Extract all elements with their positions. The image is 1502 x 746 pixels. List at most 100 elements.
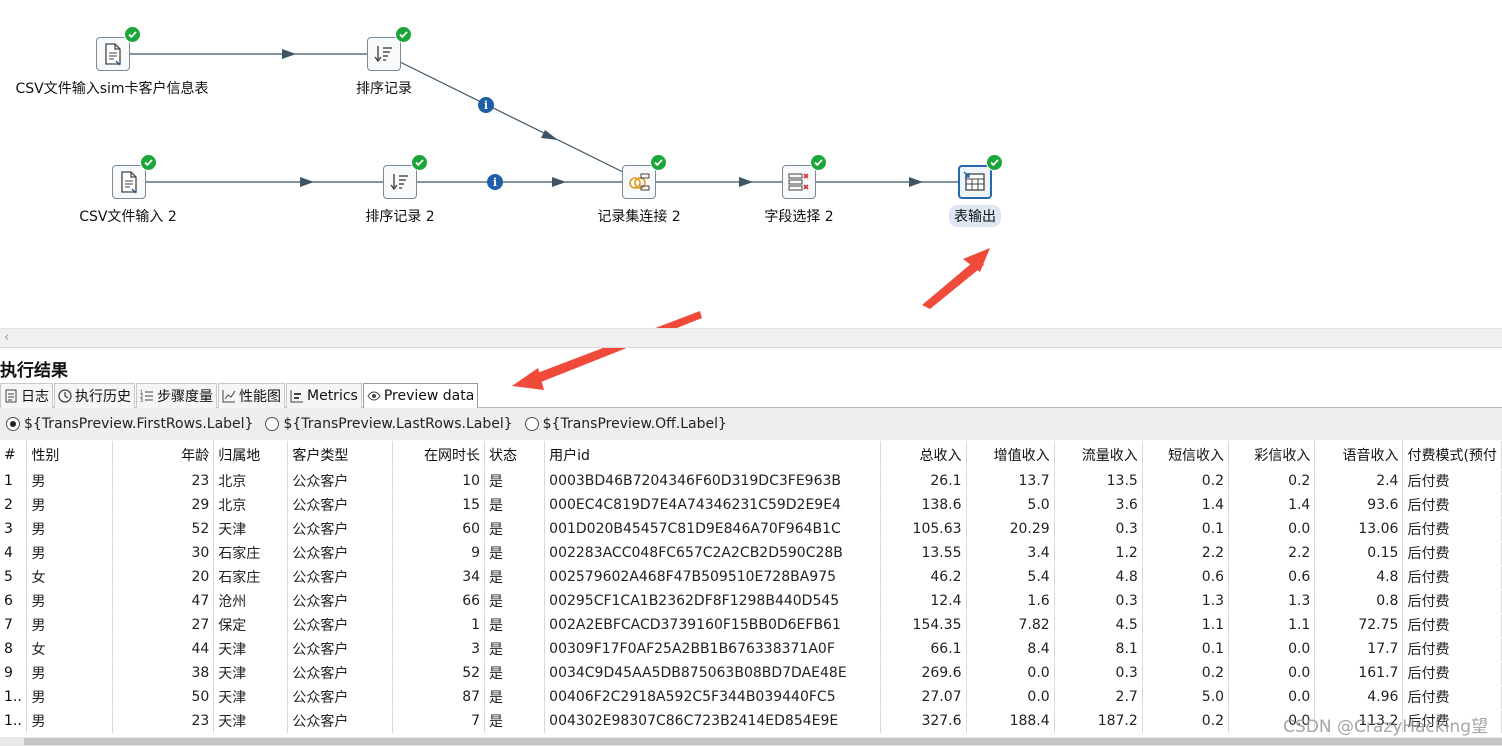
table-cell: 公众客户	[287, 493, 394, 518]
radio-off[interactable]: ${TransPreview.Off.Label}	[524, 416, 727, 432]
table-cell: 188.4	[966, 709, 1055, 734]
table-row[interactable]: 7 男 27 保定 公众客户 1 是 002A2EBFCACD3739160F15BB0D6E…	[0, 613, 1502, 638]
table-cell: 是	[484, 709, 546, 734]
table-cell: 23	[112, 709, 215, 734]
column-header[interactable]: 用户id	[544, 441, 881, 470]
table-cell: 天津	[213, 637, 289, 662]
table-cell: 20.29	[966, 517, 1055, 542]
table-row[interactable]: 3 男 52 天津 公众客户 60 是 001D020B45457C81D9E846A70F9…	[0, 517, 1502, 542]
table-cell: 2.7	[1054, 685, 1143, 710]
table-row[interactable]: 2 男 29 北京 公众客户 15 是 000EC4C819D7E4A74346231C59D…	[0, 493, 1502, 518]
column-header[interactable]: 性别	[26, 441, 114, 470]
tab-label: 执行历史	[75, 389, 131, 405]
row-index: 6	[0, 589, 28, 614]
grid-horizontal-scrollbar[interactable]	[0, 737, 1502, 746]
radio-dot[interactable]	[6, 417, 20, 431]
column-header[interactable]: 归属地	[213, 441, 289, 470]
step-merge-join-2[interactable]	[622, 154, 667, 199]
column-header[interactable]: 总收入	[880, 441, 967, 470]
transformation-canvas[interactable]: CSV文件输入sim卡客户信息表 排序记录 CSV文件输入 2 排序记录 2 记…	[0, 0, 1502, 328]
table-cell: 是	[484, 517, 546, 542]
column-header[interactable]: 状态	[484, 441, 546, 470]
table-cell: 4.96	[1314, 685, 1404, 710]
table-cell: 天津	[213, 685, 289, 710]
tab-step-metrics[interactable]: 123 步骤度量	[136, 383, 217, 408]
table-cell: 52	[392, 661, 486, 686]
tab-history[interactable]: 执行历史	[54, 383, 135, 408]
table-row[interactable]: 1 男 23 北京 公众客户 10 是 0003BD46B7204346F60D319DC3F…	[0, 469, 1502, 494]
step-table-output[interactable]	[958, 154, 1003, 199]
table-row[interactable]: 9 男 38 天津 公众客户 52 是 0034C9D45AA5DB875063B08BD7D…	[0, 661, 1502, 686]
row-index: 5	[0, 565, 28, 590]
step-label-sort-2[interactable]: 排序记录 2	[365, 206, 434, 226]
table-cell: 男	[26, 469, 114, 494]
table-cell: 是	[484, 589, 546, 614]
table-cell: 15	[392, 493, 486, 518]
column-header[interactable]: 付费模式(预付	[1402, 441, 1502, 470]
table-row[interactable]: 8 女 44 天津 公众客户 3 是 00309F17F0AF25A2BB1B67633837…	[0, 637, 1502, 662]
table-cell: 4.8	[1314, 565, 1404, 590]
table-cell: 北京	[213, 493, 289, 518]
column-header[interactable]: 在网时长	[392, 441, 486, 470]
column-header[interactable]: 彩信收入	[1228, 441, 1316, 470]
step-label-select-values-2[interactable]: 字段选择 2	[764, 206, 833, 226]
table-cell: 13.06	[1314, 517, 1404, 542]
table-row[interactable]: 1.. 男 50 天津 公众客户 87 是 00406F2C2918A592C5F344B03…	[0, 685, 1502, 710]
table-cell: 000EC4C819D7E4A74346231C59D2E9E4	[544, 493, 881, 518]
tab-metrics[interactable]: Metrics	[286, 383, 362, 408]
table-cell: 石家庄	[213, 565, 289, 590]
column-header[interactable]: 语音收入	[1314, 441, 1404, 470]
table-row[interactable]: 6 男 47 沧州 公众客户 66 是 00295CF1CA1B2362DF8F1298B44…	[0, 589, 1502, 614]
column-header[interactable]: 流量收入	[1054, 441, 1143, 470]
table-cell: 0003BD46B7204346F60D319DC3FE963B	[544, 469, 881, 494]
table-cell: 8.4	[966, 637, 1055, 662]
preview-data-grid[interactable]: # 性别 年龄 归属地 客户类型 在网时长 状态 用户id 总收入 增值收入 流量收入 短信收入 彩信收…	[0, 441, 1502, 737]
table-cell: 公众客户	[287, 541, 394, 566]
column-header[interactable]: 短信收入	[1142, 441, 1230, 470]
column-header[interactable]: #	[0, 441, 28, 470]
hop-info-icon[interactable]: i	[478, 97, 494, 113]
hop-info-icon[interactable]: i	[487, 174, 503, 190]
step-select-values-2[interactable]	[782, 154, 827, 199]
table-cell: 87	[392, 685, 486, 710]
table-cell: 50	[112, 685, 215, 710]
step-csv-input-2[interactable]	[112, 154, 157, 199]
table-cell: 天津	[213, 709, 289, 734]
table-cell: 002283ACC048FC657C2A2CB2D590C28B	[544, 541, 881, 566]
table-cell: 公众客户	[287, 517, 394, 542]
column-header[interactable]: 年龄	[112, 441, 215, 470]
table-cell: 男	[26, 517, 114, 542]
tab-log[interactable]: 日志	[0, 383, 53, 408]
table-cell: 北京	[213, 469, 289, 494]
table-row[interactable]: 1.. 男 23 天津 公众客户 7 是 004302E98307C86C723B2414ED…	[0, 709, 1502, 734]
radio-last-rows[interactable]: ${TransPreview.LastRows.Label}	[265, 416, 513, 432]
column-header[interactable]: 增值收入	[966, 441, 1055, 470]
tab-preview-data[interactable]: Preview data	[362, 383, 479, 408]
table-cell: 0.2	[1142, 709, 1230, 734]
table-cell: 公众客户	[287, 685, 394, 710]
table-cell: 26.1	[880, 469, 967, 494]
step-sort-2[interactable]	[383, 154, 428, 199]
column-header[interactable]: 客户类型	[287, 441, 394, 470]
step-sort-1[interactable]	[367, 26, 412, 71]
radio-first-rows[interactable]: ${TransPreview.FirstRows.Label}	[6, 416, 253, 432]
canvas-horizontal-scrollbar[interactable]: ‹	[0, 328, 1502, 348]
history-icon	[58, 389, 72, 403]
step-metrics-icon: 123	[140, 389, 154, 403]
radio-dot[interactable]	[265, 417, 280, 431]
table-cell: 29	[112, 493, 215, 518]
tab-performance-graph[interactable]: 性能图	[218, 383, 285, 408]
radio-dot[interactable]	[524, 417, 539, 431]
table-row[interactable]: 4 男 30 石家庄 公众客户 9 是 002283ACC048FC657C2A2CB2D59…	[0, 541, 1502, 566]
scrollbar-thumb[interactable]	[24, 738, 1502, 745]
scroll-left-icon[interactable]: ‹	[4, 330, 9, 345]
step-label-csv-input-2[interactable]: CSV文件输入 2	[79, 206, 177, 226]
step-label-csv-input-1[interactable]: CSV文件输入sim卡客户信息表	[15, 78, 208, 98]
metrics-icon	[290, 389, 304, 403]
chart-icon	[222, 389, 236, 403]
step-label-sort-1[interactable]: 排序记录	[356, 78, 412, 98]
step-label-table-output[interactable]: 表输出	[949, 205, 1001, 227]
step-label-merge-join-2[interactable]: 记录集连接 2	[597, 206, 680, 226]
table-row[interactable]: 5 女 20 石家庄 公众客户 34 是 002579602A468F47B509510E72…	[0, 565, 1502, 590]
step-csv-input-1[interactable]	[96, 26, 141, 71]
